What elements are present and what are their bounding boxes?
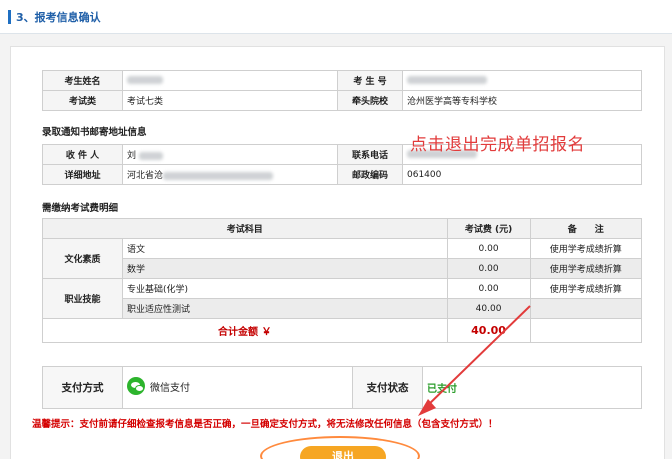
- exit-button[interactable]: 退出: [300, 446, 386, 459]
- arrow-head: [418, 399, 436, 416]
- arrow-line: [424, 305, 531, 409]
- warning-text: 温馨提示：支付前请仔细检查报考信息是否正确，一旦确定支付方式，将无法修改任何信息…: [32, 419, 498, 430]
- annotation-arrow: [418, 305, 531, 416]
